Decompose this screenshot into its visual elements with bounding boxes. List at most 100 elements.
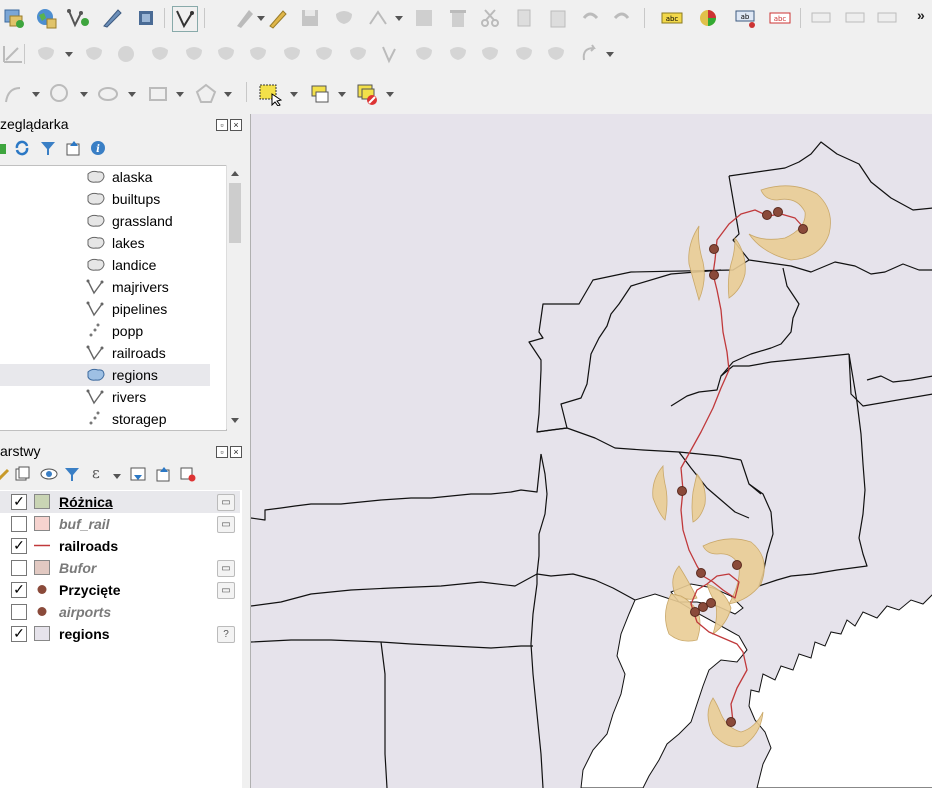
scroll-down-icon[interactable] [230, 417, 240, 425]
add-icon[interactable] [0, 140, 12, 156]
remove-layer-icon[interactable] [180, 466, 196, 482]
split-features-icon[interactable] [512, 42, 536, 66]
vertex-snap-icon[interactable] [544, 42, 568, 66]
save-edits-icon[interactable] [298, 6, 322, 30]
panel-splitter[interactable] [242, 114, 250, 788]
ellipse-icon[interactable] [96, 82, 120, 106]
edit-state-icon[interactable]: ▭ [217, 560, 235, 577]
chevron-down-icon[interactable] [395, 16, 403, 21]
layer-row-railroads[interactable]: ✓ railroads [0, 535, 240, 557]
chevron-down-icon[interactable] [257, 16, 265, 21]
chevron-down-icon[interactable] [338, 92, 346, 97]
browser-item-majrivers[interactable]: majrivers [0, 276, 210, 298]
layer-row-Przycięte[interactable]: ✓ Przycięte ▭ [0, 579, 240, 601]
browser-scrollbar[interactable] [226, 165, 243, 429]
visibility-icon[interactable] [40, 466, 58, 482]
copy-icon[interactable] [512, 6, 536, 30]
filter-icon[interactable] [40, 140, 56, 156]
add-group-icon[interactable] [14, 466, 30, 482]
layer-row-buf_rail[interactable]: buf_rail ▭ [0, 513, 240, 535]
layer-visibility-checkbox[interactable] [11, 560, 27, 576]
deselect-icon[interactable] [356, 82, 380, 106]
add-vector-icon[interactable] [66, 6, 90, 30]
browser-item-alaska[interactable]: alaska [0, 166, 210, 188]
rotate-feature-icon[interactable] [578, 42, 602, 66]
edit-state-icon[interactable]: ▭ [217, 494, 235, 511]
map-view[interactable] [251, 114, 932, 788]
refresh-icon[interactable] [14, 140, 30, 156]
redo-icon[interactable] [610, 6, 634, 30]
chevron-down-icon[interactable] [80, 92, 88, 97]
unknown-crs-icon[interactable]: ? [217, 626, 235, 643]
chevron-down-icon[interactable] [386, 92, 394, 97]
layer-row-Różnica[interactable]: ✓ Różnica ▭ [0, 491, 240, 513]
scroll-up-icon[interactable] [230, 169, 240, 177]
style-manager-icon[interactable] [0, 466, 12, 482]
browser-tree[interactable]: alaska builtups grassland lakes landice majri… [0, 165, 227, 431]
layer-row-airports[interactable]: airports [0, 601, 240, 623]
select-feature-icon[interactable] [258, 82, 282, 106]
expand-all-icon[interactable] [130, 466, 146, 482]
circle-icon[interactable] [48, 82, 72, 106]
layer-visibility-checkbox[interactable]: ✓ [11, 538, 27, 554]
layer-row-Bufor[interactable]: Bufor ▭ [0, 557, 240, 579]
label-rotate-icon[interactable] [876, 6, 900, 30]
edit-state-icon[interactable]: ▭ [217, 582, 235, 599]
filter-icon[interactable] [64, 466, 80, 482]
add-feature-icon[interactable] [332, 6, 356, 30]
browser-item-builtups[interactable]: builtups [0, 188, 210, 210]
chevron-down-icon[interactable] [176, 92, 184, 97]
chevron-down-icon[interactable] [128, 92, 136, 97]
layer-visibility-checkbox[interactable] [11, 604, 27, 620]
edit-pencil-icon[interactable] [266, 6, 290, 30]
collapse-all-icon[interactable] [156, 466, 172, 482]
browser-item-rivers[interactable]: rivers [0, 386, 210, 408]
layer-row-regions[interactable]: ✓ regions? [0, 623, 240, 645]
simplify-icon[interactable] [412, 42, 436, 66]
layer-visibility-checkbox[interactable] [11, 516, 27, 532]
close-icon[interactable]: × [230, 446, 242, 458]
globe-plugin-icon[interactable] [34, 6, 58, 30]
split-parts-icon[interactable] [280, 42, 304, 66]
layer-visibility-checkbox[interactable]: ✓ [11, 494, 27, 510]
add-ring-icon[interactable] [2, 42, 26, 66]
chevron-down-icon[interactable] [224, 92, 232, 97]
layer-visibility-checkbox[interactable]: ✓ [11, 626, 27, 642]
info-icon[interactable]: i [90, 140, 106, 156]
float-icon[interactable]: ▫ [216, 119, 228, 131]
digitize-icon[interactable] [100, 6, 124, 30]
split-icon[interactable] [246, 42, 270, 66]
close-icon[interactable]: × [230, 119, 242, 131]
offset-icon[interactable] [214, 42, 238, 66]
node-tool-icon[interactable] [366, 6, 390, 30]
delete-part-icon[interactable] [148, 42, 172, 66]
fill-ring-icon[interactable] [82, 42, 106, 66]
browser-item-popp[interactable]: popp [0, 320, 210, 342]
browser-item-landice[interactable]: landice [0, 254, 210, 276]
browser-item-railroads[interactable]: railroads [0, 342, 210, 364]
add-layer-icon[interactable] [2, 6, 26, 30]
scroll-thumb[interactable] [229, 183, 241, 243]
rectangle-icon[interactable] [146, 82, 170, 106]
cut-icon[interactable] [478, 6, 502, 30]
trace-icon[interactable] [2, 82, 26, 106]
chevron-down-icon[interactable] [65, 52, 73, 57]
reshape-icon[interactable] [182, 42, 206, 66]
label-move-icon[interactable] [810, 6, 834, 30]
browser-item-storagep[interactable]: storagep [0, 408, 210, 430]
browser-item-regions[interactable]: regions [0, 364, 210, 386]
browser-item-grassland[interactable]: grassland [0, 210, 210, 232]
float-icon[interactable]: ▫ [216, 446, 228, 458]
chevron-down-icon[interactable] [290, 92, 298, 97]
label-pin-icon[interactable]: ab [734, 6, 758, 30]
edit-toggle-icon[interactable] [233, 6, 257, 30]
chevron-down-icon[interactable] [113, 474, 121, 479]
add-part-icon[interactable] [34, 42, 58, 66]
delete-icon[interactable] [446, 6, 470, 30]
label-show-icon[interactable] [844, 6, 868, 30]
undo-icon[interactable] [578, 6, 602, 30]
chip-icon[interactable] [134, 6, 158, 30]
map-canvas[interactable] [250, 114, 932, 788]
rotate-symbol-icon[interactable] [380, 42, 404, 66]
overflow-icon[interactable]: » [917, 7, 925, 23]
